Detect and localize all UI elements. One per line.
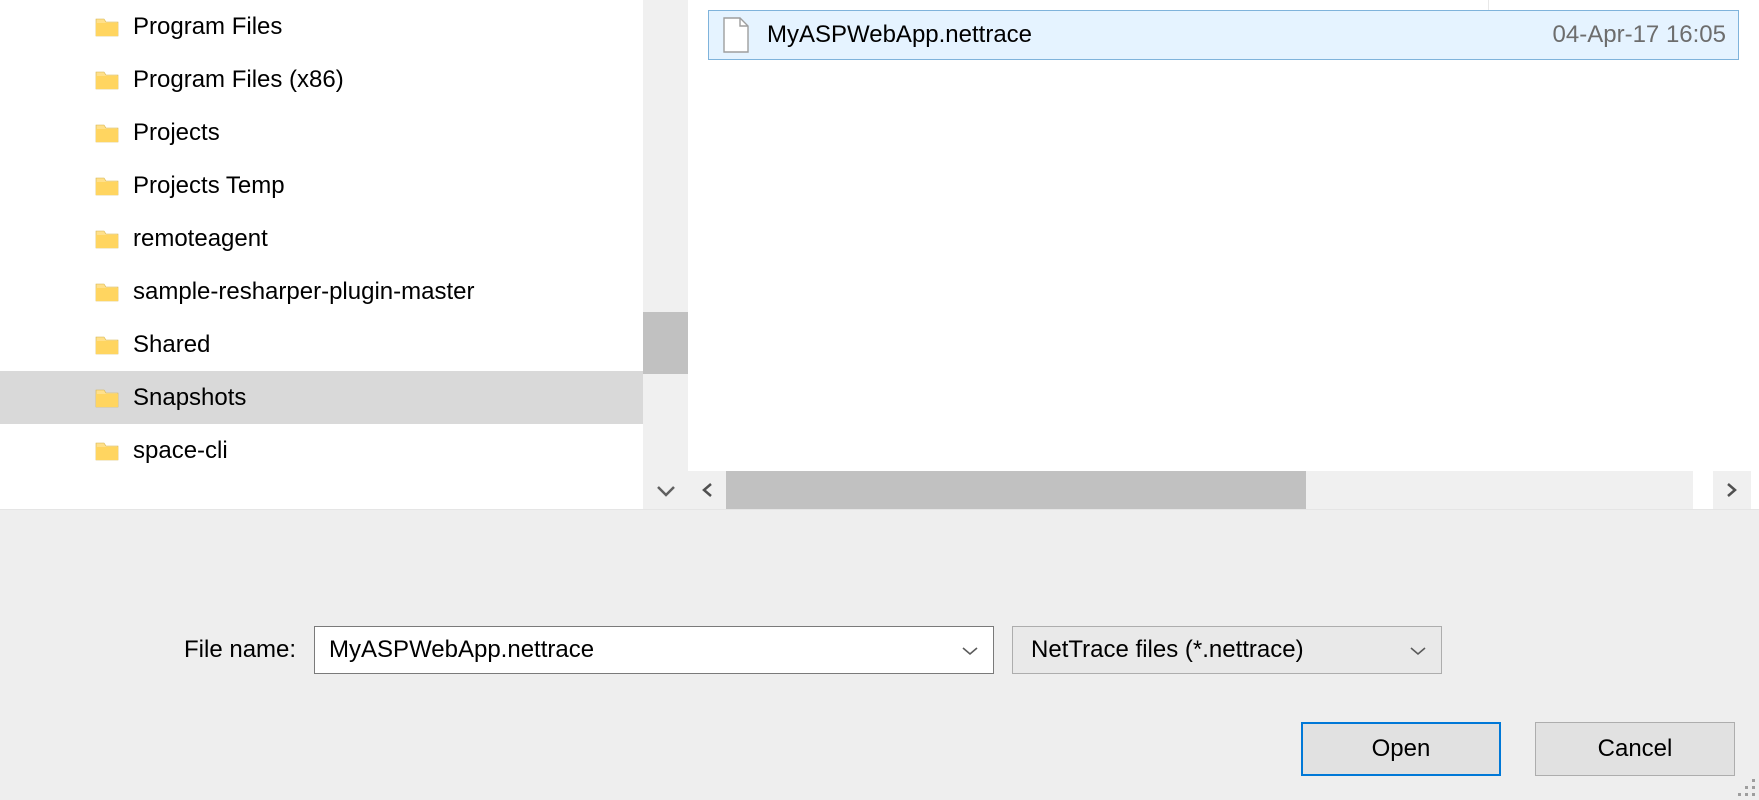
file-list[interactable]: MyASPWebApp.nettrace 04-Apr-17 16:05 [688, 10, 1759, 471]
dialog-footer: File name: MyASPWebApp.nettrace NetTrace… [0, 510, 1759, 800]
filename-input-value: MyASPWebApp.nettrace [329, 636, 961, 664]
content-panes: Program Files Program Files (x86) Projects… [0, 0, 1759, 510]
folder-label: sample-resharper-plugin-master [133, 278, 474, 306]
folder-icon [95, 281, 119, 303]
scroll-down-button[interactable] [643, 473, 688, 509]
folder-label: Projects [133, 119, 220, 147]
folder-item[interactable]: space-cli [0, 424, 643, 477]
scrollbar-thumb[interactable] [726, 471, 1306, 509]
filename-label: File name: [184, 636, 296, 664]
cancel-button[interactable]: Cancel [1535, 722, 1735, 776]
file-date: 04-Apr-17 16:05 [1553, 21, 1726, 49]
file-name: MyASPWebApp.nettrace [767, 21, 1032, 49]
chevron-down-icon [961, 636, 979, 664]
folder-label: remoteagent [133, 225, 268, 253]
file-type-filter[interactable]: NetTrace files (*.nettrace) [1012, 626, 1442, 674]
folder-icon [95, 228, 119, 250]
dialog-buttons: Open Cancel [1301, 722, 1735, 776]
folder-item[interactable]: Projects Temp [0, 159, 643, 212]
scroll-left-button[interactable] [688, 471, 726, 509]
folder-label: Shared [133, 331, 210, 359]
folder-icon [95, 334, 119, 356]
folder-label: Program Files (x86) [133, 66, 344, 94]
folder-scrollbar[interactable] [643, 0, 688, 509]
folder-icon [95, 69, 119, 91]
folder-item[interactable]: sample-resharper-plugin-master [0, 265, 643, 318]
folder-list[interactable]: Program Files Program Files (x86) Projects… [0, 0, 643, 509]
folder-icon [95, 122, 119, 144]
chevron-left-icon [700, 482, 714, 498]
open-button[interactable]: Open [1301, 722, 1501, 776]
folder-icon [95, 387, 119, 409]
file-list-pane: MyASPWebApp.nettrace 04-Apr-17 16:05 [688, 0, 1759, 509]
file-row[interactable]: MyASPWebApp.nettrace 04-Apr-17 16:05 [708, 10, 1739, 60]
folder-label: Program Files [133, 13, 282, 41]
folder-item[interactable]: Projects [0, 106, 643, 159]
folder-icon [95, 175, 119, 197]
file-icon [721, 17, 751, 53]
file-type-value: NetTrace files (*.nettrace) [1031, 636, 1409, 664]
filename-combobox[interactable]: MyASPWebApp.nettrace [314, 626, 994, 674]
column-header-stub [688, 0, 1759, 10]
folder-item[interactable]: Shared [0, 318, 643, 371]
scrollbar-thumb[interactable] [643, 312, 688, 374]
horizontal-scrollbar[interactable] [688, 471, 1751, 509]
folder-item[interactable]: Snapshots [0, 371, 643, 424]
chevron-right-icon [1725, 482, 1739, 498]
folder-item[interactable]: remoteagent [0, 212, 643, 265]
folder-icon [95, 440, 119, 462]
folder-label: Projects Temp [133, 172, 285, 200]
folder-item[interactable]: Program Files [0, 0, 643, 53]
folder-tree-pane: Program Files Program Files (x86) Projects… [0, 0, 688, 509]
file-open-dialog: Program Files Program Files (x86) Projects… [0, 0, 1759, 800]
scrollbar-track[interactable] [726, 471, 1693, 509]
folder-item[interactable]: Program Files (x86) [0, 53, 643, 106]
folder-icon [95, 16, 119, 38]
chevron-down-icon [1409, 636, 1427, 664]
resize-grip-icon[interactable] [1735, 776, 1755, 796]
scroll-right-button[interactable] [1713, 471, 1751, 509]
folder-label: Snapshots [133, 384, 246, 412]
chevron-down-icon [656, 484, 676, 498]
folder-label: space-cli [133, 437, 228, 465]
